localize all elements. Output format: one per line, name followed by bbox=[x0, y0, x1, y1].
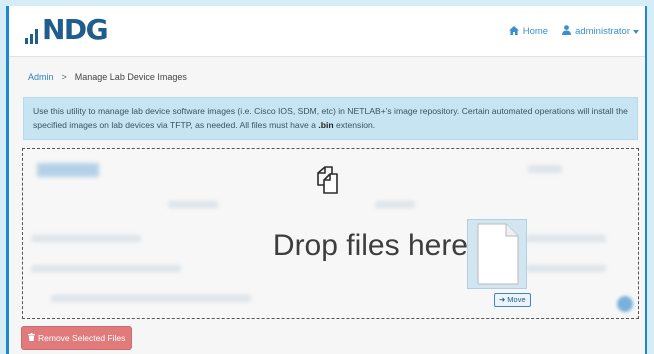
trash-icon bbox=[28, 333, 35, 343]
blurred-action-dot bbox=[617, 296, 633, 312]
breadcrumb-admin-link[interactable]: Admin bbox=[28, 72, 54, 82]
top-navbar: NDG Home administrator bbox=[9, 6, 645, 57]
move-badge: ➜ Move bbox=[494, 293, 531, 307]
remove-selected-files-label: Remove Selected Files bbox=[38, 333, 126, 343]
logo-bars-icon bbox=[25, 18, 40, 44]
info-alert: Use this utility to manage lab device so… bbox=[23, 97, 638, 140]
remove-selected-files-button[interactable]: Remove Selected Files bbox=[21, 326, 133, 350]
file-dropzone[interactable]: Drop files here ➜ Move bbox=[22, 148, 639, 319]
breadcrumb-separator: > bbox=[61, 72, 67, 82]
copy-files-icon bbox=[314, 166, 340, 199]
dragged-file-ghost bbox=[467, 219, 527, 289]
user-menu[interactable]: administrator bbox=[562, 25, 639, 38]
logo-text: NDG bbox=[42, 13, 109, 46]
user-label: administrator bbox=[575, 26, 630, 37]
user-icon bbox=[562, 25, 572, 38]
ndg-logo[interactable]: NDG bbox=[25, 13, 109, 46]
arrow-right-icon: ➜ bbox=[499, 295, 506, 304]
info-ext: .bin bbox=[318, 120, 334, 130]
home-icon bbox=[508, 25, 519, 38]
breadcrumb: Admin > Manage Lab Device Images bbox=[28, 72, 187, 82]
window-right-border bbox=[645, 6, 647, 354]
file-icon bbox=[477, 223, 519, 285]
home-label: Home bbox=[522, 26, 549, 37]
home-link[interactable]: Home bbox=[508, 25, 549, 38]
chevron-down-icon bbox=[633, 29, 639, 34]
nav-right: Home administrator bbox=[495, 25, 639, 38]
page-title: Manage Lab Device Images bbox=[74, 72, 187, 82]
info-text-after: extension. bbox=[333, 120, 376, 130]
drop-files-prompt: Drop files here bbox=[272, 229, 468, 262]
page-frame: NDG Home administrator Admin > Manage La… bbox=[9, 6, 645, 354]
move-label: Move bbox=[507, 295, 526, 304]
